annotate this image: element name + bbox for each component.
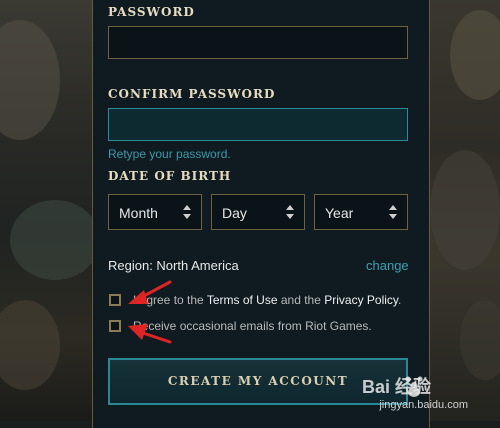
region-text: Region: North America — [108, 258, 239, 273]
red-arrow-annotation — [128, 324, 172, 344]
terms-of-use-link[interactable]: Terms of Use — [207, 293, 278, 307]
password-input[interactable] — [108, 26, 408, 59]
receive-emails-checkbox[interactable] — [109, 320, 121, 332]
background-art-left — [0, 0, 92, 421]
month-select-value: Month — [119, 205, 158, 221]
year-select[interactable]: Year — [314, 194, 408, 230]
agree-suffix: . — [398, 293, 402, 307]
privacy-policy-link[interactable]: Privacy Policy — [324, 293, 398, 307]
date-of-birth-label: DATE OF BIRTH — [108, 169, 232, 183]
confirm-password-input[interactable] — [108, 108, 408, 141]
background-art-right — [430, 0, 500, 421]
watermark-url: jingyan.baidu.com — [379, 399, 468, 411]
sort-arrows-icon — [286, 205, 294, 219]
confirm-password-hint: Retype your password. — [108, 147, 231, 161]
sort-arrows-icon — [389, 205, 397, 219]
red-arrow-annotation — [128, 280, 172, 304]
agree-terms-checkbox[interactable] — [109, 294, 121, 306]
year-select-value: Year — [325, 205, 354, 221]
change-region-link[interactable]: change — [366, 258, 409, 273]
confirm-password-label: CONFIRM PASSWORD — [108, 87, 276, 101]
password-label: PASSWORD — [108, 5, 195, 19]
watermark-brand: Bai 经验 — [362, 376, 432, 397]
sort-arrows-icon — [183, 205, 191, 219]
day-select[interactable]: Day — [211, 194, 305, 230]
day-select-value: Day — [222, 205, 247, 221]
agree-mid: and the — [277, 293, 325, 307]
month-select[interactable]: Month — [108, 194, 202, 230]
